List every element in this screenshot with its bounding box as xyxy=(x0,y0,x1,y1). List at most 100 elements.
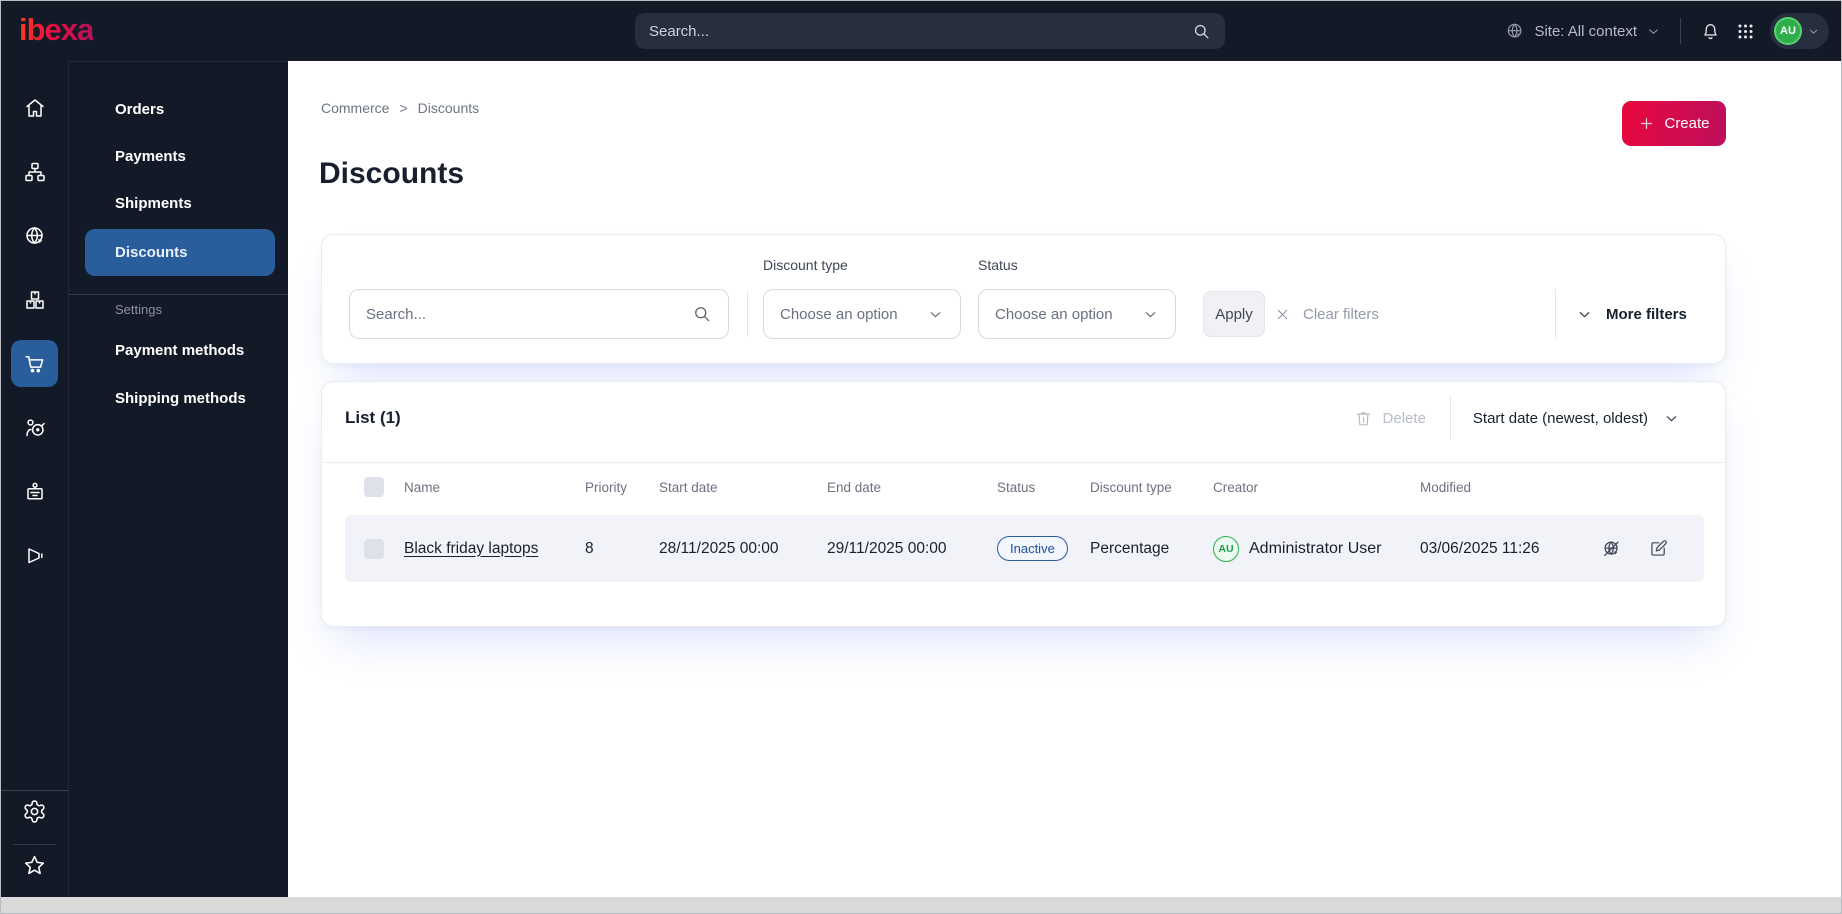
sidebar-item-shipping-methods[interactable]: Shipping methods xyxy=(69,375,289,422)
filter-search-input[interactable] xyxy=(366,305,692,323)
topbar: ibexa Site: All context xyxy=(1,1,1841,61)
filters-card: Discount type Choose an option Status Ch… xyxy=(321,234,1726,364)
corporate-badge-icon xyxy=(23,480,47,509)
status-label: Status xyxy=(978,257,1018,273)
settings-gear-icon xyxy=(22,799,47,829)
creator-avatar: AU xyxy=(1213,535,1239,562)
discounts-list-card: List (1) Delete Start date (newest, olde… xyxy=(321,381,1726,627)
menu-divider xyxy=(69,294,289,295)
table-top-rule xyxy=(322,462,1725,463)
topbar-right: Site: All context AU xyxy=(1505,1,1829,61)
ibexa-logo[interactable]: ibexa xyxy=(19,12,94,48)
cell-modified: 03/06/2025 11:26 xyxy=(1420,539,1540,557)
sort-selector[interactable]: Start date (newest, oldest) xyxy=(1473,410,1680,427)
site-globe-icon xyxy=(1505,21,1525,41)
row-actions xyxy=(1591,538,1704,560)
discount-name-link[interactable]: Black friday laptops xyxy=(404,540,538,557)
status-select[interactable]: Choose an option xyxy=(978,289,1176,339)
breadcrumb-separator: > xyxy=(399,100,408,116)
clear-filters-button[interactable]: Clear filters xyxy=(1274,291,1379,337)
col-header-creator: Creator xyxy=(1213,479,1259,495)
col-header-discount-type: Discount type xyxy=(1090,479,1172,495)
user-menu[interactable]: AU xyxy=(1770,13,1829,49)
nav-personalization[interactable] xyxy=(1,416,68,445)
site-globe-cursor-icon xyxy=(23,224,47,253)
apps-grid-icon xyxy=(1736,22,1755,41)
select-all-checkbox[interactable] xyxy=(364,477,384,497)
commerce-menu-panel: Orders Payments Shipments Discounts Sett… xyxy=(68,61,289,897)
more-filters-button[interactable]: More filters xyxy=(1576,291,1687,337)
edit-icon[interactable] xyxy=(1648,538,1669,559)
app-window: ibexa Site: All context xyxy=(0,0,1842,914)
col-header-priority: Priority xyxy=(585,479,628,495)
cell-start-date: 28/11/2025 00:00 xyxy=(659,539,779,557)
home-icon xyxy=(23,96,47,125)
apply-button[interactable]: Apply xyxy=(1203,291,1265,337)
nav-bookmarks[interactable] xyxy=(1,853,68,883)
table-row: Black friday laptops 8 28/11/2025 00:00 … xyxy=(345,515,1704,582)
trash-icon xyxy=(1354,409,1373,428)
global-search-input[interactable] xyxy=(649,22,1192,40)
plus-icon xyxy=(1638,115,1655,132)
chevron-down-icon xyxy=(1663,410,1680,427)
site-context-selector[interactable]: Site: All context xyxy=(1505,21,1661,41)
window-bottom-strip xyxy=(1,897,1841,913)
breadcrumb-commerce[interactable]: Commerce xyxy=(321,100,389,116)
sidebar-item-shipments[interactable]: Shipments xyxy=(69,180,289,227)
discount-type-label: Discount type xyxy=(763,257,848,273)
sidebar-item-orders[interactable]: Orders xyxy=(69,86,289,133)
page-title: Discounts xyxy=(319,157,465,190)
delete-button[interactable]: Delete xyxy=(1354,409,1426,428)
list-header-divider xyxy=(1449,396,1451,440)
sidebar-item-payment-methods[interactable]: Payment methods xyxy=(69,327,289,374)
avatar: AU xyxy=(1774,17,1802,45)
nav-admin-settings[interactable] xyxy=(1,799,68,829)
col-header-name: Name xyxy=(404,479,441,495)
chevron-down-icon xyxy=(927,306,944,323)
create-button[interactable]: Create xyxy=(1622,101,1726,146)
row-checkbox[interactable] xyxy=(364,538,384,559)
chevron-down-icon xyxy=(1576,306,1593,323)
chevron-down-icon xyxy=(1646,24,1661,39)
discount-type-select[interactable]: Choose an option xyxy=(763,289,961,339)
breadcrumb: Commerce > Discounts xyxy=(321,100,479,116)
global-search[interactable] xyxy=(635,13,1225,49)
bookmarks-star-icon xyxy=(22,853,47,883)
cell-discount-type: Percentage xyxy=(1090,539,1170,557)
col-header-start-date: Start date xyxy=(659,479,718,495)
table-header-row: Name Priority Start date End date Status… xyxy=(345,474,1704,500)
notifications-button[interactable] xyxy=(1700,21,1721,42)
personalization-target-icon xyxy=(23,416,47,445)
sitemap-icon xyxy=(23,160,47,189)
filter-divider xyxy=(1555,289,1556,339)
rail-divider-inset xyxy=(13,844,56,845)
bell-icon xyxy=(1700,21,1721,42)
cell-priority: 8 xyxy=(585,539,594,557)
nav-content-structure[interactable] xyxy=(1,160,68,189)
nav-home[interactable] xyxy=(1,96,68,125)
apps-grid-button[interactable] xyxy=(1736,22,1755,41)
nav-site[interactable] xyxy=(1,224,68,253)
filter-search[interactable] xyxy=(349,289,729,339)
nav-marketing[interactable] xyxy=(1,544,68,573)
close-icon xyxy=(1274,306,1291,323)
sidebar-item-discounts[interactable]: Discounts xyxy=(85,229,275,276)
search-icon xyxy=(1192,22,1211,41)
nav-corporate[interactable] xyxy=(1,480,68,509)
preview-globe-slash-icon[interactable] xyxy=(1601,538,1623,560)
settings-section-label: Settings xyxy=(115,302,162,317)
nav-products[interactable] xyxy=(1,288,68,317)
cell-end-date: 29/11/2025 00:00 xyxy=(827,539,947,557)
list-title: List (1) xyxy=(345,408,401,427)
cell-creator: AU Administrator User xyxy=(1213,535,1420,562)
col-header-modified: Modified xyxy=(1420,479,1472,495)
search-icon xyxy=(692,304,712,324)
topbar-divider xyxy=(1680,18,1681,44)
site-context-label: Site: All context xyxy=(1534,22,1637,40)
sidebar-item-payments[interactable]: Payments xyxy=(69,133,289,180)
nav-commerce-active[interactable] xyxy=(11,340,58,387)
breadcrumb-discounts: Discounts xyxy=(417,100,480,116)
chevron-down-icon xyxy=(1807,25,1820,38)
col-header-end-date: End date xyxy=(827,479,882,495)
filter-divider xyxy=(747,291,748,337)
